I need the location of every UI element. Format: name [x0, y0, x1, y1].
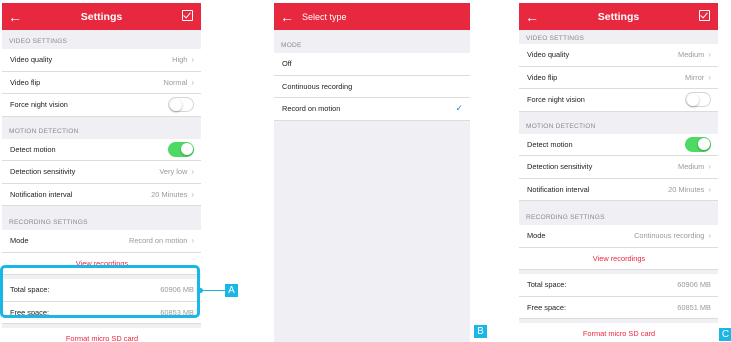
row-value: Record on motion	[128, 236, 188, 246]
row-label: Notification interval	[10, 189, 73, 199]
row-label: Video quality	[527, 50, 570, 60]
chevron-right-icon: ›	[191, 55, 194, 65]
chevron-right-icon: ›	[708, 184, 711, 194]
notification-interval-row[interactable]: Notification interval 20 Minutes ›	[519, 178, 718, 201]
row-label: Mode	[527, 231, 546, 241]
chevron-right-icon: ›	[708, 72, 711, 82]
checkmark-icon: ✓	[455, 103, 463, 114]
video-flip-row[interactable]: Video flip Normal ›	[2, 71, 201, 94]
header: ← Settings	[2, 3, 201, 30]
chevron-right-icon: ›	[708, 50, 711, 60]
storage-highlight	[0, 265, 200, 318]
row-label: Free space:	[527, 302, 567, 312]
section-header: MODE	[281, 42, 302, 49]
back-arrow-icon[interactable]: ←	[274, 9, 296, 25]
callout-dot	[198, 288, 203, 293]
section-header: MOTION DETECTION	[9, 127, 79, 135]
row-label: Force night vision	[10, 100, 68, 110]
night-vision-toggle[interactable]	[168, 97, 194, 113]
settings-screen-c: ← Settings VIDEO SETTINGS Video quality …	[519, 3, 718, 342]
format-sd-button[interactable]: Format micro SD card	[519, 323, 718, 342]
callout-line	[200, 290, 226, 291]
chevron-right-icon: ›	[191, 189, 194, 199]
detection-sensitivity-row[interactable]: Detection sensitivity Medium ›	[519, 156, 718, 179]
section-header: RECORDING SETTINGS	[526, 214, 605, 221]
page-title: Select type	[302, 11, 347, 22]
row-value: Mirror	[685, 72, 705, 82]
row-label: Detection sensitivity	[10, 167, 76, 177]
save-check-icon[interactable]	[182, 10, 193, 21]
select-type-screen: ← Select type MODE Off Continuous record…	[274, 3, 470, 342]
row-label: Video flip	[10, 77, 41, 87]
row-value: 20 Minutes	[668, 184, 705, 194]
chevron-right-icon: ›	[191, 236, 194, 246]
detect-motion-row: Detect motion	[519, 133, 718, 156]
row-label: Total space:	[527, 280, 567, 290]
chevron-right-icon: ›	[191, 167, 194, 177]
free-space-row: Free space: 60851 MB	[519, 296, 718, 319]
row-value: Medium	[678, 50, 705, 60]
row-value: Normal	[163, 77, 188, 87]
row-value: Very low	[159, 167, 188, 177]
detect-motion-row: Detect motion	[2, 138, 201, 161]
video-quality-row[interactable]: Video quality Medium ›	[519, 44, 718, 67]
row-value: High	[172, 55, 188, 65]
detect-motion-toggle[interactable]	[168, 141, 194, 157]
option-record-on-motion[interactable]: Record on motion ✓	[274, 98, 470, 121]
option-label: Record on motion	[282, 104, 341, 114]
row-label: Force night vision	[527, 95, 585, 105]
row-label: Mode	[10, 236, 29, 246]
night-vision-toggle[interactable]	[685, 92, 711, 108]
total-space-row: Total space: 60906 MB	[519, 274, 718, 297]
badge-c: C	[719, 328, 731, 341]
video-quality-row[interactable]: Video quality High ›	[2, 49, 201, 72]
row-value: 60851 MB	[677, 302, 711, 312]
row-value: 60906 MB	[677, 280, 711, 290]
night-vision-row: Force night vision	[2, 94, 201, 117]
mode-row[interactable]: Mode Continuous recording ›	[519, 225, 718, 248]
row-label: Notification interval	[527, 184, 590, 194]
night-vision-row: Force night vision	[519, 89, 718, 112]
back-arrow-icon[interactable]: ←	[2, 9, 24, 25]
chevron-right-icon: ›	[191, 77, 194, 87]
option-continuous-recording[interactable]: Continuous recording	[274, 75, 470, 98]
row-value: Continuous recording	[634, 231, 705, 241]
video-flip-row[interactable]: Video flip Mirror ›	[519, 66, 718, 89]
chevron-right-icon: ›	[708, 231, 711, 241]
header: ← Settings	[519, 3, 718, 30]
option-label: Off	[282, 59, 292, 69]
option-label: Continuous recording	[282, 81, 353, 91]
chevron-right-icon: ›	[708, 162, 711, 172]
section-header: MOTION DETECTION	[526, 122, 596, 130]
page-title: Settings	[597, 10, 640, 23]
row-label: Detection sensitivity	[527, 162, 593, 172]
mode-row[interactable]: Mode Record on motion ›	[2, 230, 201, 253]
detection-sensitivity-row[interactable]: Detection sensitivity Very low ›	[2, 161, 201, 184]
row-value: Medium	[678, 162, 705, 172]
page-title: Settings	[80, 10, 123, 23]
option-off[interactable]: Off	[274, 53, 470, 76]
badge-a: A	[225, 284, 238, 297]
save-check-icon[interactable]	[699, 10, 710, 21]
badge-b: B	[474, 325, 487, 338]
back-arrow-icon[interactable]: ←	[519, 9, 541, 25]
section-header: VIDEO SETTINGS	[526, 35, 585, 42]
section-header: VIDEO SETTINGS	[9, 38, 68, 45]
section-header: RECORDING SETTINGS	[9, 219, 88, 226]
view-recordings-button[interactable]: View recordings	[519, 247, 718, 270]
row-label: Video flip	[527, 72, 558, 82]
row-label: Detect motion	[527, 139, 573, 149]
header: ← Select type	[274, 3, 470, 30]
row-label: Video quality	[10, 55, 53, 65]
notification-interval-row[interactable]: Notification interval 20 Minutes ›	[2, 183, 201, 206]
detect-motion-toggle[interactable]	[685, 136, 711, 152]
format-sd-button[interactable]: Format micro SD card	[2, 328, 201, 342]
row-value: 20 Minutes	[151, 189, 188, 199]
row-label: Detect motion	[10, 144, 56, 154]
